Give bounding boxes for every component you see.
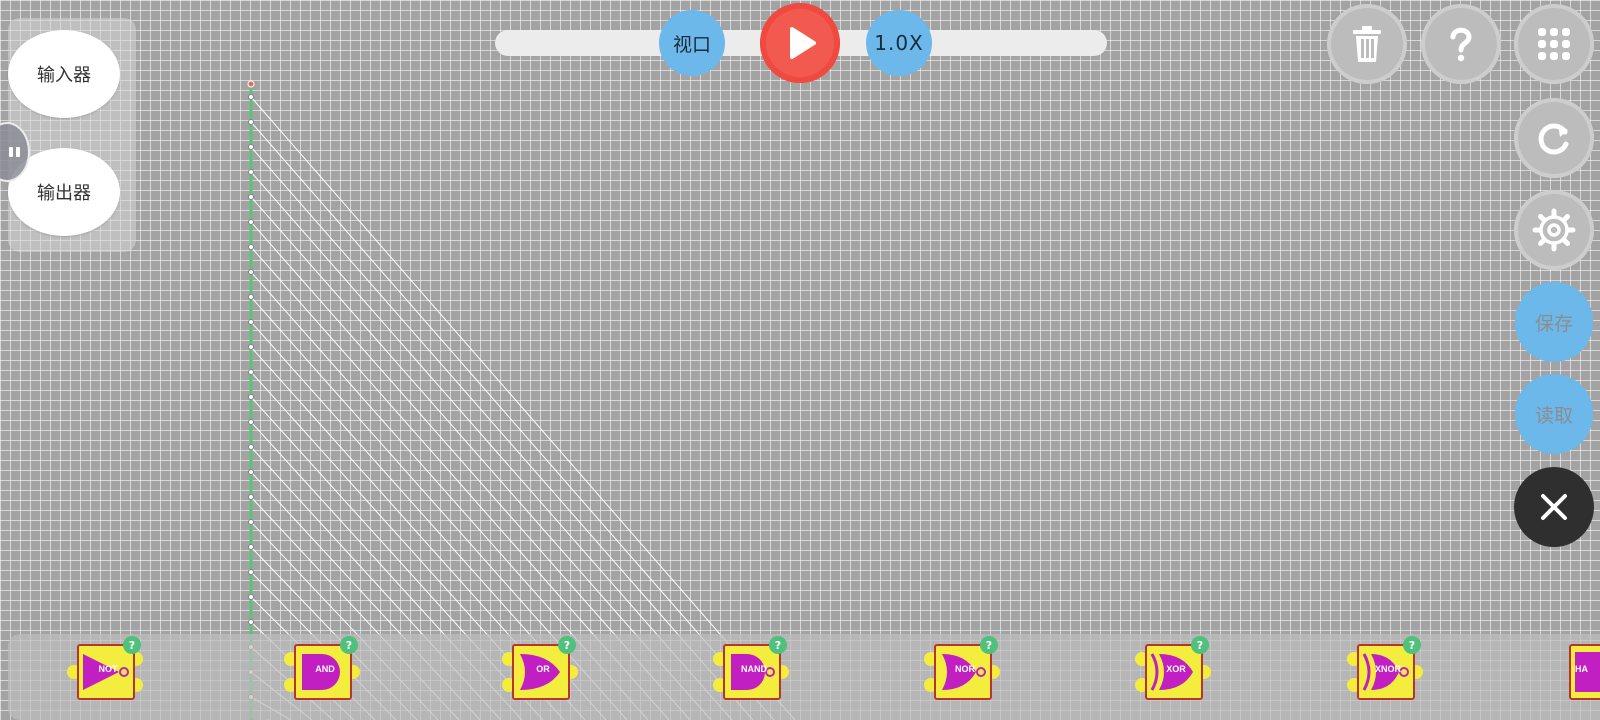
input-device-label: 输入器 bbox=[37, 65, 91, 86]
gate-xnor[interactable]: XNOR ? bbox=[1347, 636, 1423, 702]
speed-slider-thumb[interactable]: 1.0X bbox=[866, 10, 932, 76]
wire-pin[interactable] bbox=[248, 494, 254, 500]
refresh-icon bbox=[1538, 123, 1569, 155]
gate-help-icon[interactable]: ? bbox=[1403, 636, 1421, 654]
settings-button[interactable] bbox=[1514, 190, 1594, 270]
viewport-button[interactable]: 视口 bbox=[659, 10, 725, 76]
gate-xor[interactable]: XOR ? bbox=[1135, 636, 1211, 702]
wire-pin[interactable] bbox=[248, 594, 254, 600]
question-icon bbox=[1450, 27, 1472, 62]
gate-label: XOR bbox=[1166, 664, 1186, 674]
wire-pin[interactable] bbox=[248, 169, 254, 175]
wire-pin[interactable] bbox=[248, 119, 254, 125]
wire-pin[interactable] bbox=[248, 219, 254, 225]
gate-help-icon[interactable]: ? bbox=[980, 636, 998, 654]
save-label: 保存 bbox=[1534, 312, 1573, 335]
play-button[interactable] bbox=[760, 3, 840, 83]
wire-pin[interactable] bbox=[248, 94, 254, 100]
gear-icon bbox=[1532, 208, 1576, 252]
wire bbox=[250, 121, 775, 720]
wire-layer bbox=[247, 80, 796, 720]
gate-help-icon[interactable]: ? bbox=[123, 636, 141, 654]
pause-icon bbox=[9, 147, 20, 157]
save-button[interactable]: 保存 bbox=[1515, 282, 1593, 362]
gate-help-icon[interactable]: ? bbox=[1191, 636, 1209, 654]
wire-pin[interactable] bbox=[248, 194, 254, 200]
help-button[interactable] bbox=[1421, 4, 1501, 84]
gate-label: HA bbox=[1575, 664, 1588, 674]
wire-pin[interactable] bbox=[248, 144, 254, 150]
wire-pin[interactable] bbox=[248, 444, 254, 450]
wire-pin[interactable] bbox=[248, 369, 254, 375]
gate-label: AND bbox=[315, 664, 335, 674]
gate-and[interactable]: AND ? bbox=[284, 636, 360, 702]
wire-pin[interactable] bbox=[248, 544, 254, 550]
wire-pin[interactable] bbox=[248, 294, 254, 300]
wire-pin[interactable] bbox=[248, 419, 254, 425]
wire-pin[interactable] bbox=[248, 244, 254, 250]
delete-button[interactable] bbox=[1327, 4, 1407, 84]
gate-help-icon[interactable]: ? bbox=[558, 636, 576, 654]
gate-half-adder[interactable]: HA bbox=[1569, 644, 1600, 702]
reset-button[interactable] bbox=[1514, 98, 1594, 178]
gate-help-icon[interactable]: ? bbox=[769, 636, 787, 654]
gate-label: OR bbox=[536, 664, 550, 674]
close-button[interactable] bbox=[1514, 467, 1594, 547]
wire-pin[interactable] bbox=[248, 519, 254, 525]
gate-label: NOT bbox=[98, 664, 118, 674]
wire-pin[interactable] bbox=[248, 319, 254, 325]
wire-pin[interactable] bbox=[248, 394, 254, 400]
input-device-button[interactable]: 输入器 bbox=[8, 30, 120, 118]
close-icon bbox=[1541, 494, 1567, 520]
wire-pin[interactable] bbox=[248, 569, 254, 575]
gate-not[interactable]: NOT ? bbox=[67, 636, 143, 702]
viewport-label: 视口 bbox=[672, 33, 711, 56]
gate-nand[interactable]: NAND ? bbox=[713, 636, 789, 702]
trash-icon bbox=[1353, 26, 1381, 62]
load-button[interactable]: 读取 bbox=[1515, 374, 1593, 454]
bus-endpoint[interactable] bbox=[247, 80, 255, 88]
wire-pin[interactable] bbox=[248, 344, 254, 350]
speed-label: 1.0X bbox=[874, 31, 924, 55]
gate-help-icon[interactable]: ? bbox=[340, 636, 358, 654]
gate-label: NAND bbox=[741, 664, 767, 674]
play-icon bbox=[790, 27, 816, 59]
wire-pin[interactable] bbox=[248, 469, 254, 475]
wire bbox=[250, 96, 796, 720]
wire-pin[interactable] bbox=[248, 619, 254, 625]
gate-label: XNOR bbox=[1374, 664, 1401, 674]
grid-icon bbox=[1538, 28, 1570, 60]
menu-button[interactable] bbox=[1514, 4, 1594, 84]
gate-nor[interactable]: NOR ? bbox=[924, 636, 1000, 702]
component-panel: 输入器 输出器 bbox=[8, 18, 136, 252]
gate-label: NOR bbox=[955, 664, 975, 674]
wire-pin[interactable] bbox=[248, 269, 254, 275]
gate-or[interactable]: OR ? bbox=[502, 636, 578, 702]
output-device-label: 输出器 bbox=[37, 183, 91, 204]
load-label: 读取 bbox=[1534, 404, 1573, 427]
